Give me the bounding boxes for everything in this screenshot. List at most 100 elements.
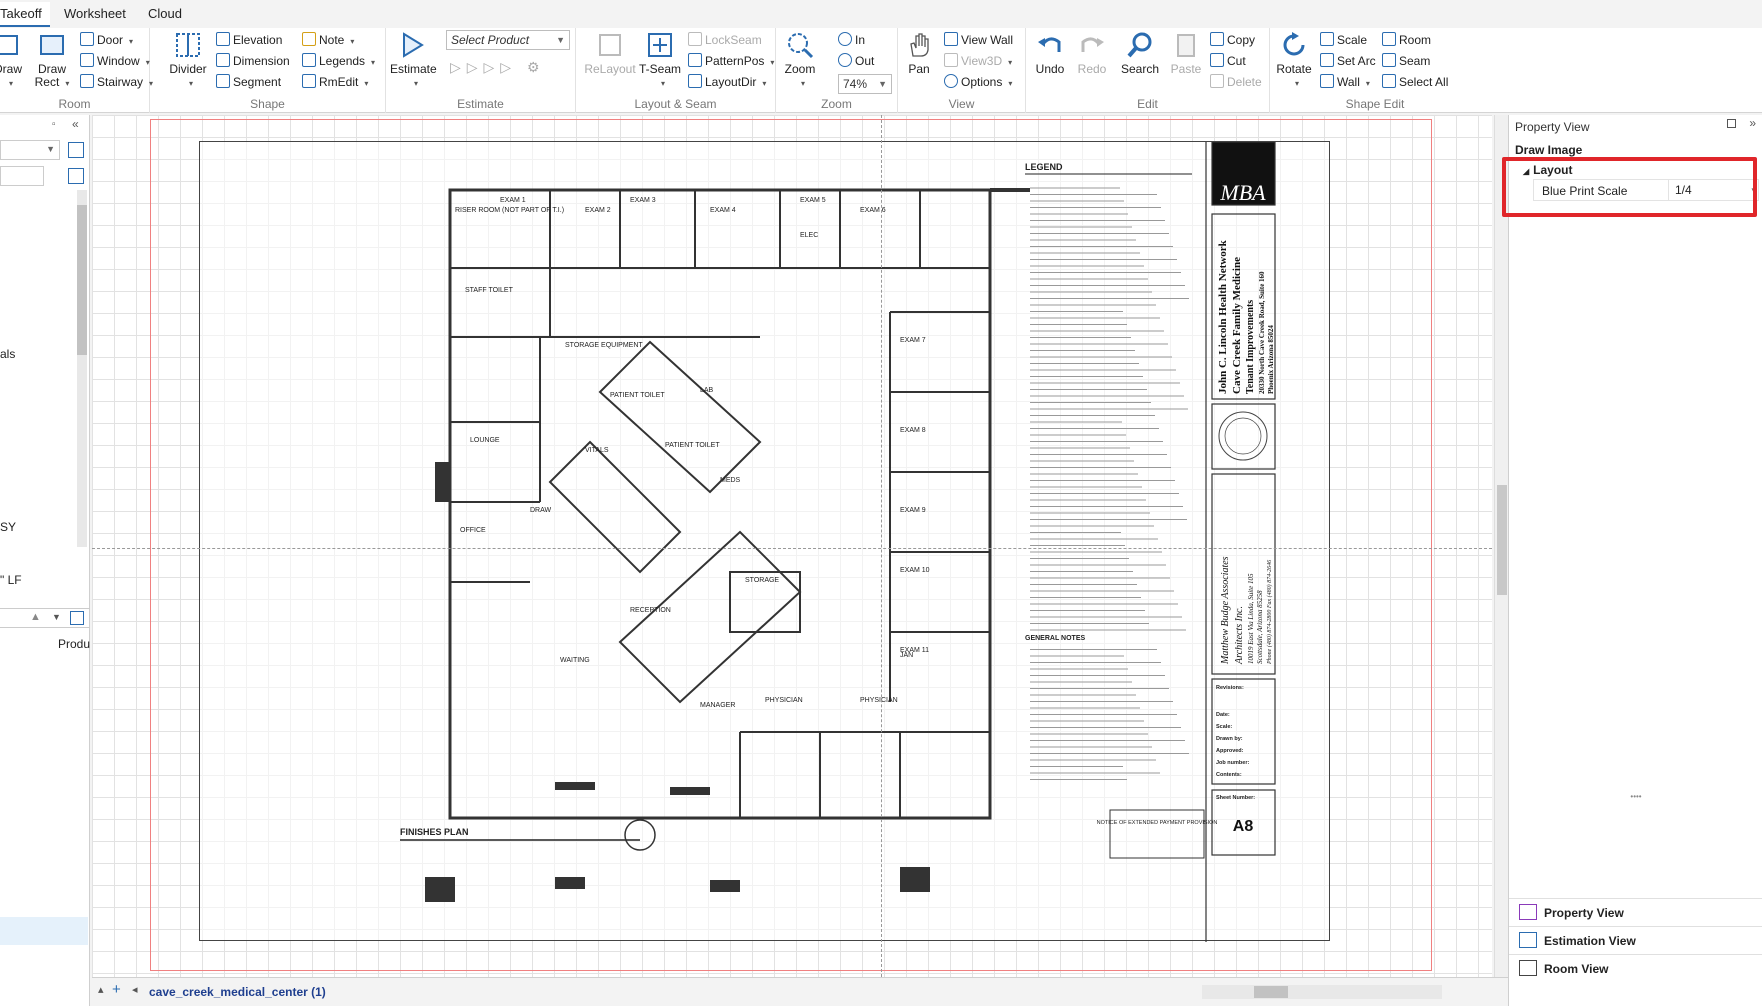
list-item[interactable]: " LF (0, 573, 22, 587)
draw-button[interactable]: Draw▾ (0, 30, 26, 90)
seam-select-button[interactable]: Seam (1382, 52, 1430, 70)
ribbon-group-shape: Divider ▾ Elevation Dimension Segment Not… (150, 28, 386, 113)
zoom-out-button[interactable]: Out (838, 52, 874, 70)
left-list-scroll-thumb[interactable] (77, 205, 87, 355)
copy-button[interactable]: Copy (1210, 31, 1255, 49)
redo-button[interactable]: Redo (1074, 30, 1110, 76)
divider-button[interactable]: Divider ▾ (166, 30, 210, 90)
wall-icon (1320, 74, 1334, 88)
sheet-tab-bar: ▴ + ◂ cave_creek_medical_center (1) (92, 977, 1508, 1006)
rotate-button[interactable]: Rotate ▾ (1274, 30, 1314, 90)
door-button[interactable]: Door ▾ (80, 31, 133, 49)
room-label: VITALS (585, 447, 609, 454)
drawing-canvas[interactable]: RISER ROOM (NOT PART OF T.I.) EXAM 1 EXAM … (92, 115, 1492, 977)
copy-list-icon[interactable] (68, 142, 84, 158)
pin-icon[interactable]: ▫ (52, 119, 56, 130)
left-dropdown[interactable]: ▼ (0, 140, 60, 160)
room-icon (1382, 32, 1396, 46)
legends-button[interactable]: Legends ▾ (302, 52, 375, 70)
canvas-horizontal-scroll-thumb[interactable] (1254, 986, 1288, 998)
view-wall-button[interactable]: View Wall (944, 31, 1013, 49)
scroll-left-icon[interactable]: ▴ (98, 983, 104, 996)
left-panel: ▫ « ▼ als SY " LF ▲ ▼ Produ (0, 115, 90, 1006)
elevation-button[interactable]: Elevation (216, 31, 282, 49)
rmedit-button[interactable]: RmEdit ▾ (302, 73, 368, 91)
room-label: STORAGE (745, 577, 779, 584)
collapse-icon[interactable]: » (1749, 116, 1756, 130)
zoom-button[interactable]: Zoom ▾ (780, 30, 820, 90)
canvas-vertical-scrollbar[interactable] (1494, 115, 1508, 977)
panel-tab-property-view[interactable]: Property View (1509, 898, 1762, 925)
column-header-product[interactable]: Produ (58, 637, 90, 651)
svg-text:Job number:: Job number: (1216, 760, 1249, 766)
room-label: PHYSICIAN (860, 697, 898, 704)
segment-button[interactable]: Segment (216, 73, 281, 91)
svg-text:Architects Inc.: Architects Inc. (1234, 606, 1245, 665)
panel-tab-estimation-view[interactable]: Estimation View (1509, 926, 1762, 953)
pin-icon[interactable] (1727, 119, 1736, 128)
blueprint-drawing: RISER ROOM (NOT PART OF T.I.) EXAM 1 EXAM … (400, 141, 1276, 942)
legend-text-lines (1030, 187, 1189, 780)
search-button[interactable]: Search (1118, 30, 1162, 76)
select-product-dropdown[interactable]: Select Product ▼ (446, 30, 570, 50)
selected-row[interactable] (0, 917, 88, 945)
sheet-tab[interactable]: cave_creek_medical_center (1) (149, 985, 326, 999)
room-select-button[interactable]: Room (1382, 31, 1431, 49)
splitter-handle[interactable]: •••• (1509, 793, 1762, 801)
room-label: RECEPTION (630, 607, 671, 614)
patternpos-button[interactable]: PatternPos ▾ (688, 52, 774, 70)
ribbon-group-view: Pan View Wall View3D ▾ Options ▾ View (898, 28, 1026, 113)
zoom-in-button[interactable]: In (838, 31, 865, 49)
grid-icon[interactable] (68, 168, 84, 184)
grid-icon[interactable] (70, 611, 84, 625)
tab-takeoff[interactable]: Takeoff (0, 2, 50, 27)
lockseam-button[interactable]: LockSeam (688, 31, 762, 49)
estimate-play-controls[interactable]: ▷▷▷▷ ⚙ (450, 58, 546, 76)
notice-text: NOTICE OF EXTENDED PAYMENT PROVISION (1097, 820, 1218, 826)
chevron-left-icon[interactable]: ◂ (132, 983, 138, 996)
collapse-icon[interactable]: « (72, 117, 79, 131)
set-arc-icon (1320, 53, 1334, 67)
options-button[interactable]: Options ▾ (944, 73, 1012, 91)
blueprint-sheet[interactable]: RISER ROOM (NOT PART OF T.I.) EXAM 1 EXAM … (199, 141, 1330, 942)
delete-button[interactable]: Delete (1210, 73, 1262, 91)
tab-cloud[interactable]: Cloud (148, 6, 182, 21)
warning-icon[interactable]: ▲ (30, 611, 41, 623)
highlight-box (1502, 157, 1757, 217)
pan-button[interactable]: Pan (902, 30, 936, 76)
panel-tab-room-view[interactable]: Room View (1509, 954, 1762, 981)
list-item[interactable]: SY (0, 520, 16, 534)
zoom-level-dropdown[interactable]: 74% ▼ (838, 74, 892, 94)
view3d-button[interactable]: View3D ▾ (944, 52, 1012, 70)
chevron-down-icon[interactable]: ▼ (52, 612, 61, 622)
left-search-input[interactable] (0, 166, 44, 186)
room-label: EXAM 7 (900, 337, 926, 344)
note-button[interactable]: Note ▾ (302, 31, 354, 49)
canvas-horizontal-scrollbar[interactable] (1202, 985, 1442, 999)
draw-rect-icon (40, 35, 64, 55)
stairway-button[interactable]: Stairway ▾ (80, 73, 153, 91)
window-button[interactable]: Window ▾ (80, 52, 150, 70)
cut-button[interactable]: Cut (1210, 52, 1246, 70)
canvas-vertical-scroll-thumb[interactable] (1497, 485, 1507, 595)
set-arc-button[interactable]: Set Arc (1320, 52, 1376, 70)
undo-button[interactable]: Undo (1032, 30, 1068, 76)
paste-button[interactable]: Paste (1168, 30, 1204, 76)
add-sheet-icon[interactable]: + (112, 981, 121, 998)
dimension-button[interactable]: Dimension (216, 52, 290, 70)
crosshair-horizontal (92, 548, 1492, 549)
relayout-button[interactable]: ReLayout (584, 30, 636, 76)
ribbon-tab-bar: Takeoff Worksheet Cloud (0, 0, 1762, 28)
layoutdir-button[interactable]: LayoutDir ▾ (688, 73, 766, 91)
estimate-button[interactable]: Estimate ▾ (390, 30, 437, 90)
relayout-icon (599, 34, 621, 56)
list-item[interactable]: als (0, 347, 15, 361)
scale-button[interactable]: Scale (1320, 31, 1367, 49)
tseam-button[interactable]: T-Seam ▾ (638, 30, 682, 90)
select-all-button[interactable]: Select All (1382, 73, 1448, 91)
property-view-panel: Property View » Draw Image ◢ Layout Blue … (1508, 115, 1762, 1006)
draw-rect-button[interactable]: Draw Rect ▾ (32, 30, 72, 90)
wall-button[interactable]: Wall ▾ (1320, 73, 1370, 91)
svg-text:Scottsdale, Arizona 85258: Scottsdale, Arizona 85258 (1256, 590, 1264, 664)
tab-worksheet[interactable]: Worksheet (64, 6, 126, 21)
